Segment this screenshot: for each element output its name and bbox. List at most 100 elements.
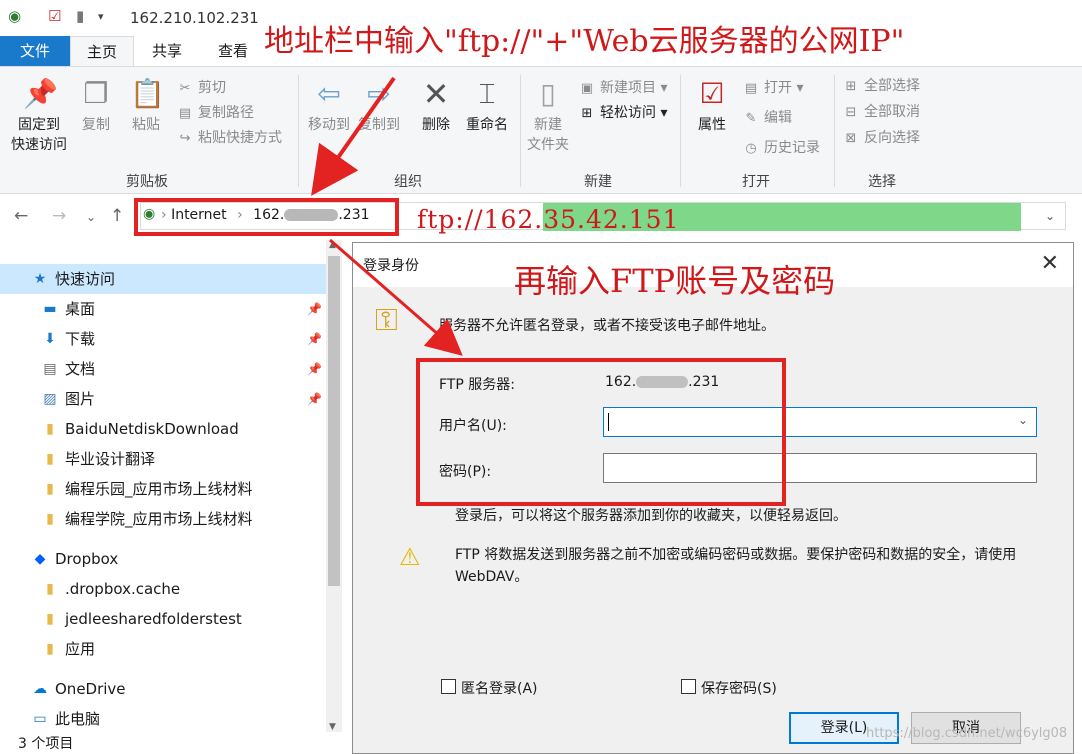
nav-item[interactable]: ▮ 编程学院_应用市场上线材料 <box>0 504 330 534</box>
nav-item[interactable]: ▮ 毕业设计翻译 <box>0 444 330 474</box>
recent-locations-icon[interactable]: ⌄ <box>86 210 96 224</box>
easy-access-button[interactable]: ⊞ 轻松访问 ▾ <box>578 102 668 124</box>
delete-button[interactable]: ✕ 删除 <box>414 77 458 135</box>
annotation-top: 地址栏中输入"ftp://"+"Web云服务器的公网IP" <box>264 24 905 59</box>
dialog-message: 服务器不允许匿名登录，或者不接受该电子邮件地址。 <box>439 318 775 334</box>
anonymous-login-checkbox[interactable] <box>441 679 456 694</box>
open-label: 打开 <box>764 80 792 96</box>
organize-group-label: 组织 <box>394 174 422 190</box>
warning-text-line2: WebDAV。 <box>455 569 529 585</box>
nav-item[interactable]: ▮ 编程乐园_应用市场上线材料 <box>0 474 330 504</box>
explorer-icon: ◉ <box>8 7 22 25</box>
copy-path-button[interactable]: ▤ 复制路径 <box>176 102 254 124</box>
nav-item[interactable]: ☁ OneDrive <box>0 674 330 704</box>
cut-label: 剪切 <box>198 80 226 96</box>
save-password-checkbox[interactable] <box>681 679 696 694</box>
history-label: 历史记录 <box>764 140 820 156</box>
pin-icon: 📌 <box>307 392 322 406</box>
window-title: 162.210.102.231 <box>130 9 259 27</box>
paste-button[interactable]: 📋 粘贴 <box>124 77 168 135</box>
copy-icon: ❐ <box>83 77 109 110</box>
delete-icon: ✕ <box>422 75 450 113</box>
select-none-button[interactable]: ⊟ 全部取消 <box>842 101 920 123</box>
scrollbar-thumb[interactable] <box>328 256 340 586</box>
new-folder-label: 新建 <box>534 117 562 133</box>
nav-item[interactable]: ▨ 图片 📌 <box>0 384 330 414</box>
chevron-down-icon[interactable]: ⌄ <box>1018 413 1028 427</box>
address-row: ← → ⌄ ↑ ◉ › Internet › 162. .231 ftp://16… <box>0 194 1082 240</box>
nav-item[interactable]: ⬇ 下载 📌 <box>0 324 330 354</box>
nav-item[interactable]: ▮ .dropbox.cache <box>0 574 330 604</box>
open-button[interactable]: ▤ 打开 ▾ <box>742 77 804 99</box>
nav-item-label: Dropbox <box>55 550 119 568</box>
nav-item-label: 编程学院_应用市场上线材料 <box>65 510 253 528</box>
back-arrow-icon[interactable]: ← <box>14 206 28 226</box>
forward-arrow-icon[interactable]: → <box>52 206 66 226</box>
credentials-highlight-box <box>416 358 786 506</box>
properties-quick-icon[interactable]: ☑ <box>48 7 61 25</box>
ribbon: 📌 固定到 快速访问 ❐ 复制 📋 粘贴 ✂ 剪切 ▤ 复制路径 ↪ 粘贴快捷方式 剪… <box>0 66 1082 194</box>
computer-icon: ▭ <box>33 711 47 727</box>
copy-to-icon: ⇨ <box>367 77 391 110</box>
history-button[interactable]: ◷ 历史记录 <box>742 137 820 159</box>
nav-item[interactable]: ▮ jedleesharedfolderstest <box>0 604 330 634</box>
paste-shortcut-button[interactable]: ↪ 粘贴快捷方式 <box>176 127 282 149</box>
picture-icon: ▨ <box>43 391 57 407</box>
nav-item[interactable]: ▬ 桌面 📌 <box>0 294 330 324</box>
cut-button[interactable]: ✂ 剪切 <box>176 77 226 99</box>
tab-home[interactable]: 主页 <box>70 36 134 66</box>
paste-shortcut-label: 粘贴快捷方式 <box>198 130 282 146</box>
copy-to-button[interactable]: ⇨ 复制到 <box>354 77 404 135</box>
move-to-button[interactable]: ⇦ 移动到 <box>304 77 354 135</box>
dropbox-icon: ◆ <box>34 551 46 567</box>
watermark: https://blog.csdn.net/wc6ylg08 <box>866 726 1068 741</box>
chevron-down-icon[interactable]: ⌄ <box>1045 209 1055 223</box>
easy-access-label: 轻松访问 <box>600 105 656 121</box>
scroll-down-icon[interactable]: ▼ <box>329 722 336 732</box>
nav-item-label: BaiduNetdiskDownload <box>65 420 239 438</box>
nav-item-label: .dropbox.cache <box>65 580 181 598</box>
new-group-label: 新建 <box>584 174 612 190</box>
select-all-button[interactable]: ⊞ 全部选择 <box>842 75 920 97</box>
properties-label: 属性 <box>698 117 726 133</box>
move-to-icon: ⇦ <box>317 77 341 110</box>
tab-view[interactable]: 查看 <box>200 36 266 66</box>
nav-item-label: 快速访问 <box>55 270 116 288</box>
nav-item[interactable]: ★ 快速访问 <box>0 264 330 294</box>
nav-item[interactable]: ▮ 应用 <box>0 634 330 664</box>
tab-file[interactable]: 文件 <box>0 36 70 66</box>
nav-item-label: 应用 <box>65 640 96 658</box>
folder-icon: ▮ <box>46 421 54 437</box>
new-folder-quick-icon[interactable]: ▮ <box>76 7 84 25</box>
paste-shortcut-icon: ↪ <box>179 131 191 146</box>
nav-item[interactable]: ◆ Dropbox <box>0 544 330 574</box>
edit-icon: ✎ <box>745 111 757 126</box>
close-icon[interactable]: ✕ <box>1041 251 1059 276</box>
scroll-up-icon[interactable]: ▲ <box>329 240 336 250</box>
ribbon-separator <box>680 75 681 187</box>
rename-button[interactable]: ⌶ 重命名 <box>462 77 512 135</box>
nav-item[interactable]: ▭ 此电脑 <box>0 704 330 734</box>
nav-item[interactable]: ▤ 文档 📌 <box>0 354 330 384</box>
nav-item[interactable]: ▮ BaiduNetdiskDownload <box>0 414 330 444</box>
folder-icon: ▯ <box>540 77 556 110</box>
up-arrow-icon[interactable]: ↑ <box>110 206 124 226</box>
new-item-button[interactable]: ▣ 新建项目 ▾ <box>578 77 668 99</box>
pin-to-quick-access-button[interactable]: 📌 固定到 快速访问 <box>4 77 74 155</box>
edit-button[interactable]: ✎ 编辑 <box>742 107 792 129</box>
invert-selection-button[interactable]: ⊠ 反向选择 <box>842 127 920 149</box>
download-icon: ⬇ <box>44 331 56 347</box>
properties-button[interactable]: ☑ 属性 <box>688 77 736 135</box>
tab-share[interactable]: 共享 <box>134 36 200 66</box>
nav-item-label: jedleesharedfolderstest <box>65 610 242 628</box>
copy-button[interactable]: ❐ 复制 <box>74 77 118 135</box>
select-group-label: 选择 <box>868 174 896 190</box>
copy-path-icon: ▤ <box>178 106 192 121</box>
ribbon-separator <box>520 75 521 187</box>
delete-label: 删除 <box>422 117 450 133</box>
new-folder-button[interactable]: ▯ 新建 文件夹 <box>524 77 572 155</box>
nav-scrollbar[interactable]: ▲ ▼ <box>326 240 342 732</box>
address-highlight-box <box>134 198 399 236</box>
cloud-icon: ☁ <box>33 681 47 697</box>
customize-toolbar-icon[interactable]: ▾ <box>98 10 104 23</box>
